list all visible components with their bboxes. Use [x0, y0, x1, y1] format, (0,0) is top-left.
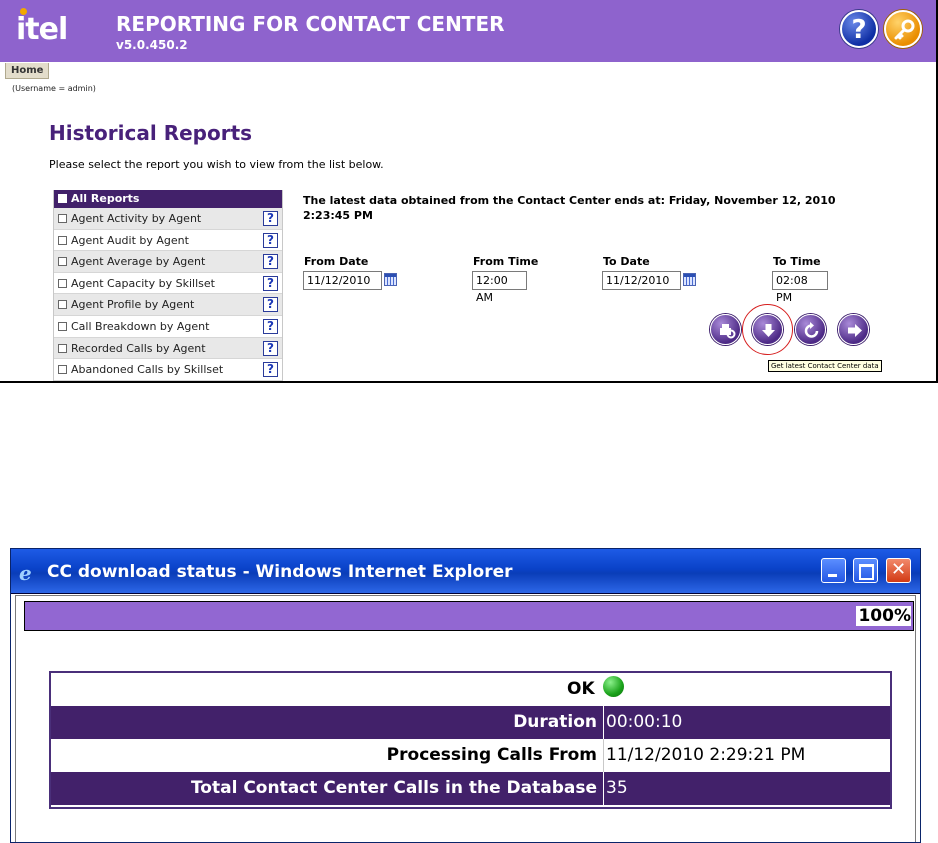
report-item-agent-profile[interactable]: Agent Profile by Agent?: [54, 294, 282, 316]
from-time-label: From Time: [473, 255, 539, 268]
status-value: 11/12/2010 2:29:21 PM: [603, 739, 890, 772]
download-tooltip: Get latest Contact Center data: [768, 360, 882, 372]
print-settings-icon[interactable]: [710, 314, 741, 345]
report-help-icon[interactable]: ?: [263, 340, 278, 356]
status-row: Processing Calls From 11/12/2010 2:29:21…: [51, 739, 890, 772]
report-checkbox[interactable]: [58, 321, 67, 331]
report-checkbox[interactable]: [58, 257, 67, 267]
status-label: Total Contact Center Calls in the Databa…: [190, 778, 597, 798]
help-icon[interactable]: ?: [840, 10, 878, 48]
report-checkbox[interactable]: [58, 214, 67, 223]
report-label: Recorded Calls by Agent: [71, 341, 206, 355]
report-item-agent-average[interactable]: Agent Average by Agent?: [54, 251, 282, 273]
report-item-recorded-calls[interactable]: Recorded Calls by Agent?: [54, 337, 282, 360]
report-item-agent-audit[interactable]: Agent Audit by Agent?: [54, 230, 282, 252]
status-value: 35: [603, 772, 890, 805]
report-item-agent-capacity[interactable]: Agent Capacity by Skillset?: [54, 273, 282, 295]
report-list: All Reports Agent Activity by Agent? Age…: [53, 190, 283, 381]
ok-status-icon: [602, 676, 624, 697]
report-checkbox[interactable]: [58, 235, 67, 245]
report-label: Agent Capacity by Skillset: [71, 276, 215, 290]
ie-download-status-window: e CC download status - Windows Internet …: [10, 548, 921, 843]
reporting-app-window: itel REPORTING FOR CONTACT CENTER v5.0.4…: [0, 0, 938, 383]
report-label: Agent Profile by Agent: [71, 298, 195, 312]
close-button[interactable]: ✕: [886, 558, 911, 583]
report-help-icon[interactable]: ?: [263, 362, 278, 378]
from-date-input[interactable]: 11/12/2010: [303, 271, 382, 290]
minimize-button[interactable]: [821, 558, 846, 583]
latest-data-notice: The latest data obtained from the Contac…: [303, 194, 836, 222]
refresh-icon[interactable]: [795, 314, 826, 345]
report-item-abandoned-calls[interactable]: Abandoned Calls by Skillset?: [54, 359, 282, 381]
ie-logo-icon: e: [19, 561, 32, 585]
header-banner: itel REPORTING FOR CONTACT CENTER v5.0.4…: [0, 0, 936, 62]
to-time-input[interactable]: 02:08 PM: [772, 271, 828, 304]
status-row: Duration 00:00:10: [51, 706, 890, 739]
status-label: Processing Calls From: [386, 745, 597, 765]
report-checkbox[interactable]: [58, 365, 67, 375]
progress-fill: [25, 602, 913, 630]
from-time-input[interactable]: 12:00 AM: [472, 271, 527, 304]
from-date-calendar-icon[interactable]: [384, 273, 397, 286]
to-date-label: To Date: [603, 255, 650, 268]
page-title: Historical Reports: [49, 121, 253, 145]
to-date-input[interactable]: 11/12/2010: [602, 271, 681, 290]
report-checkbox[interactable]: [58, 343, 67, 353]
progress-percent: 100%: [856, 606, 911, 626]
all-reports-checkbox[interactable]: [58, 194, 67, 203]
report-checkbox[interactable]: [58, 278, 67, 288]
window-content: 100% OK Duration 00:00:10 Processing Cal…: [15, 595, 916, 842]
status-value: 00:00:10: [603, 706, 890, 739]
intro-text: Please select the report you wish to vie…: [49, 158, 384, 171]
report-help-icon[interactable]: ?: [263, 318, 278, 334]
report-item-agent-activity[interactable]: Agent Activity by Agent?: [54, 208, 282, 230]
status-label: Duration: [513, 712, 597, 732]
to-time-label: To Time: [773, 255, 821, 268]
report-label: Agent Activity by Agent: [71, 212, 202, 225]
report-list-header[interactable]: All Reports: [54, 190, 282, 208]
report-label: Call Breakdown by Agent: [71, 319, 210, 333]
status-table: OK Duration 00:00:10 Processing Calls Fr…: [49, 671, 892, 809]
report-checkbox[interactable]: [58, 300, 67, 310]
window-title: CC download status - Windows Internet Ex…: [47, 562, 513, 582]
to-date-calendar-icon[interactable]: [683, 273, 696, 286]
report-label: Agent Average by Agent: [71, 255, 206, 269]
app-title: REPORTING FOR CONTACT CENTER: [116, 12, 505, 36]
username-note: (Username = admin): [12, 84, 96, 93]
app-version: v5.0.450.2: [116, 38, 188, 52]
report-item-call-breakdown[interactable]: Call Breakdown by Agent?: [54, 316, 282, 338]
report-help-icon[interactable]: ?: [263, 254, 278, 270]
report-help-icon[interactable]: ?: [263, 275, 278, 291]
report-label: Agent Audit by Agent: [71, 233, 189, 247]
report-help-icon[interactable]: ?: [263, 232, 278, 248]
window-titlebar[interactable]: e CC download status - Windows Internet …: [11, 549, 920, 594]
ok-label: OK: [51, 673, 890, 706]
next-arrow-icon[interactable]: [838, 314, 869, 345]
tab-home[interactable]: Home: [5, 63, 50, 79]
download-progress-bar: 100%: [24, 601, 914, 631]
status-row: Total Contact Center Calls in the Databa…: [51, 772, 890, 805]
highlight-circle: [742, 304, 793, 355]
from-date-label: From Date: [304, 255, 369, 268]
itel-logo: itel: [16, 8, 68, 47]
report-help-icon[interactable]: ?: [263, 211, 278, 226]
report-label: Abandoned Calls by Skillset: [71, 363, 224, 377]
maximize-button[interactable]: [853, 558, 878, 583]
key-icon[interactable]: [884, 10, 922, 48]
status-row-ok: OK: [51, 673, 890, 706]
report-help-icon[interactable]: ?: [263, 297, 278, 313]
